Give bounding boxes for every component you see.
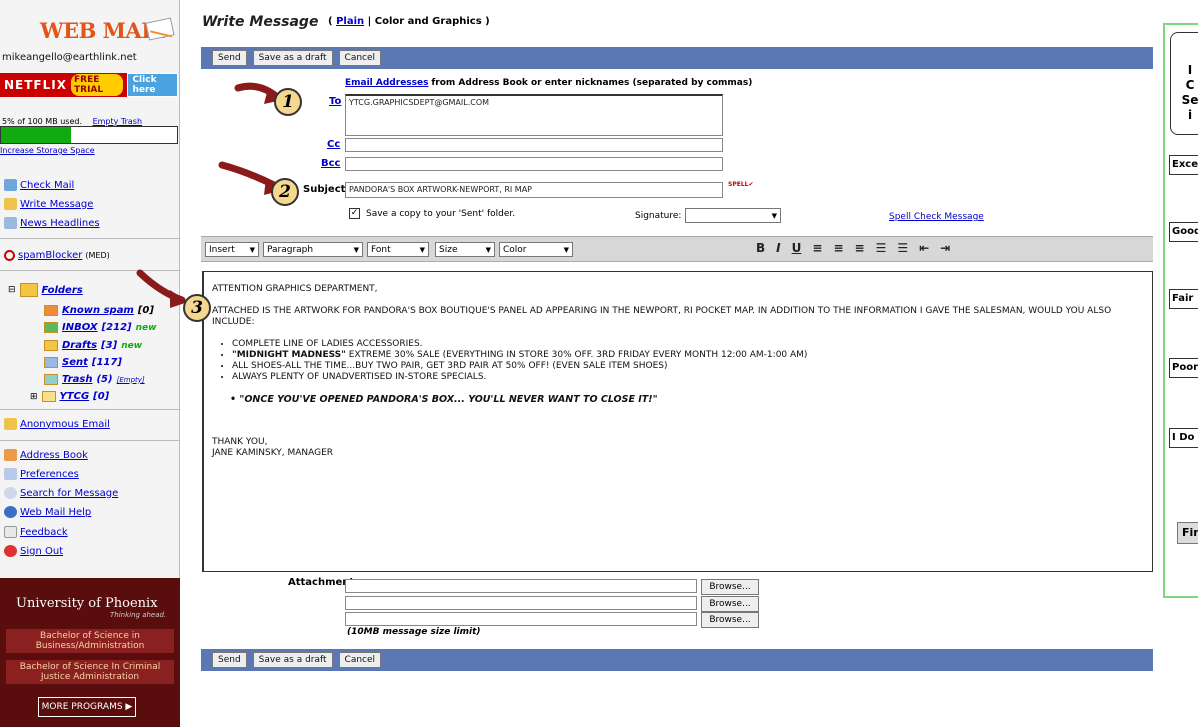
callout-2: 2	[271, 178, 299, 206]
survey-option[interactable]: Fair	[1169, 289, 1198, 309]
survey-question-box: I C Se i	[1170, 32, 1198, 135]
callout-1: 1	[274, 88, 302, 116]
survey-option[interactable]: Exce	[1169, 155, 1198, 175]
survey-option[interactable]: Good	[1169, 222, 1198, 242]
annotation-arrows	[136, 82, 283, 308]
survey-option[interactable]: I Do	[1169, 428, 1198, 448]
survey-option[interactable]: Poor	[1169, 358, 1198, 378]
finish-button[interactable]: Fin	[1177, 522, 1198, 544]
callout-3: 3	[183, 294, 211, 322]
survey-panel: I C Se i Exce Good Fair Poor I Do Fin	[1163, 23, 1198, 598]
